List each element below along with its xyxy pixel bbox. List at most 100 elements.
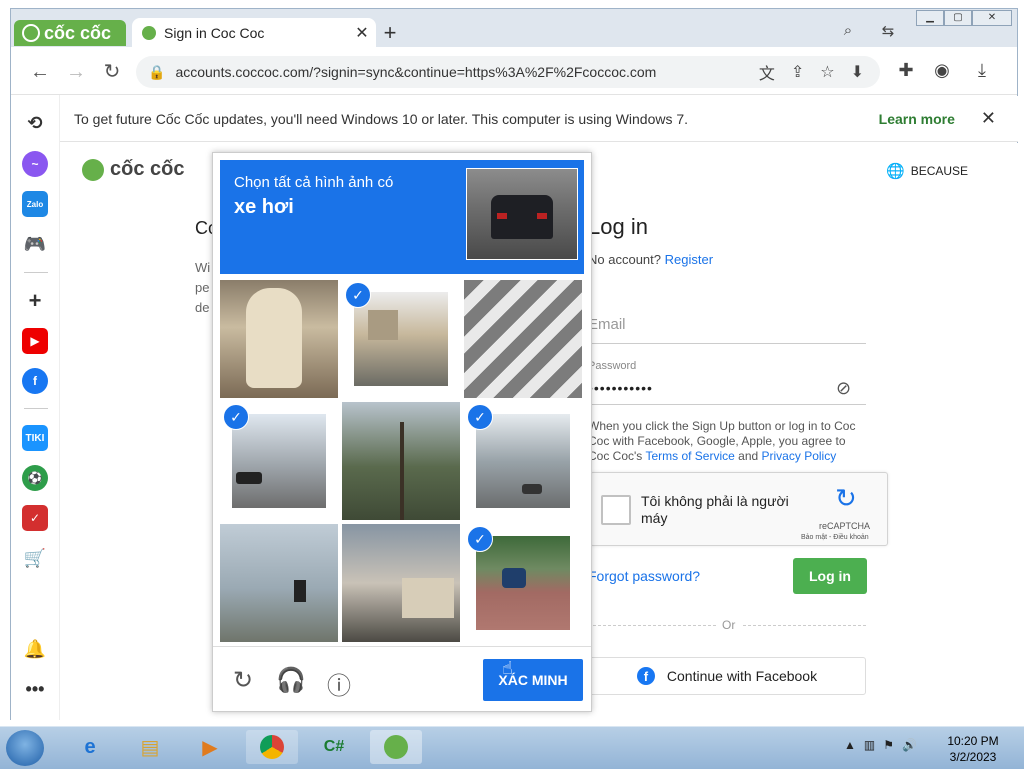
lock-icon: 🔒 — [148, 63, 166, 80]
tiki-icon[interactable]: TIKI — [22, 425, 48, 451]
audio-challenge-icon[interactable]: 🎧 — [276, 666, 306, 695]
captcha-tile-5[interactable] — [342, 402, 460, 520]
tiki-label: TIKI — [25, 432, 45, 444]
terms-link[interactable]: Terms of Service — [645, 449, 734, 463]
page-logo: cốc cốc — [82, 158, 184, 181]
recaptcha-brand: reCAPTCHA — [819, 521, 871, 531]
captcha-tile-4[interactable] — [232, 414, 326, 508]
captcha-target: xe hơi — [234, 196, 294, 218]
password-field[interactable]: ••••••••••• — [588, 380, 866, 405]
back-icon[interactable]: ← — [26, 58, 54, 86]
captcha-tile-6[interactable] — [476, 414, 570, 508]
sidebar-divider — [24, 408, 48, 409]
verify-button[interactable]: XÁC MINH — [483, 659, 583, 701]
add-icon[interactable]: + — [22, 288, 48, 314]
captcha-tile-1[interactable] — [220, 280, 338, 398]
captcha-example-image — [466, 168, 578, 260]
captcha-tile-7[interactable] — [220, 524, 338, 642]
info-icon[interactable]: ⓘ — [324, 666, 354, 701]
recaptcha-logo-icon: ↻ — [835, 483, 857, 513]
captcha-instruction: Chọn tất cả hình ảnh có — [234, 174, 394, 191]
captcha-tile-2[interactable] — [354, 292, 448, 386]
captcha-tile-9[interactable] — [476, 536, 570, 630]
reload-icon[interactable]: ↻ — [98, 58, 126, 86]
new-tab-icon[interactable]: + — [378, 20, 402, 46]
share-icon[interactable]: ⇪ — [791, 62, 804, 82]
coccoc-brand-button[interactable]: cốc cốc — [14, 20, 126, 46]
media-player-icon[interactable]: ▶ — [184, 730, 236, 764]
selected-check-icon: ✓ — [467, 404, 493, 430]
coccoc-logo-icon — [82, 158, 104, 181]
facebook-icon[interactable]: f — [22, 368, 48, 394]
football-icon[interactable]: ⚽ — [22, 465, 48, 491]
facebook-login-button[interactable]: f Continue with Facebook — [588, 657, 866, 695]
clock-time: 10:20 PM — [947, 734, 999, 748]
network-icon[interactable]: ▥ — [864, 738, 875, 752]
csharp-app-icon[interactable]: C# — [308, 730, 360, 764]
internet-explorer-icon[interactable]: e — [64, 730, 116, 764]
start-button[interactable] — [6, 730, 44, 766]
tab-favicon-icon — [142, 26, 156, 40]
globe-icon: 🌐 — [886, 163, 905, 180]
login-title: Log in — [588, 214, 648, 239]
recaptcha-label: Tôi không phải là người máy — [641, 493, 789, 526]
download-page-icon[interactable]: ⬇ — [851, 62, 864, 82]
recaptcha-checkbox[interactable] — [601, 495, 631, 525]
bookmark-icon[interactable]: ☆ — [820, 62, 834, 82]
captcha-tile-3[interactable] — [464, 280, 582, 398]
recaptcha-widget: Tôi không phải là người máy ↻ reCAPTCHA … — [590, 472, 888, 546]
file-explorer-icon[interactable]: ▤ — [124, 730, 176, 764]
downloads-icon[interactable]: ⤓ — [970, 60, 994, 81]
history-icon[interactable]: ⟲ — [22, 110, 48, 136]
back-forward-cache-icon[interactable]: ⇆ — [876, 22, 900, 40]
clock-date: 3/2/2023 — [949, 750, 997, 764]
more-icon[interactable]: ••• — [22, 676, 48, 702]
reload-challenge-icon[interactable]: ↻ — [228, 666, 258, 695]
language-label: BECAUSE — [910, 164, 969, 178]
recaptcha-privacy-terms[interactable]: Bảo mật - Điều khoản — [801, 534, 869, 541]
extensions-icon[interactable]: ✚ — [894, 60, 918, 81]
minimize-icon[interactable]: ▁ — [916, 10, 944, 26]
facebook-icon: f — [636, 667, 655, 685]
hide-password-icon[interactable]: ⊘ — [836, 378, 851, 399]
captcha-tile-8[interactable] — [342, 524, 460, 642]
messenger-icon[interactable]: ~ — [22, 151, 48, 177]
volume-icon[interactable]: 🔊 — [902, 738, 917, 752]
close-window-icon[interactable]: ✕ — [972, 10, 1012, 26]
email-field[interactable]: Email — [588, 316, 866, 344]
translate-icon[interactable]: 文 — [759, 60, 775, 84]
system-tray: ▲ ▥ ⚑ 🔊 — [844, 738, 917, 752]
login-button[interactable]: Log in — [793, 558, 867, 594]
selected-check-icon: ✓ — [345, 282, 371, 308]
privacy-link[interactable]: Privacy Policy — [762, 449, 837, 463]
coccoc-taskbar-icon[interactable] — [370, 730, 422, 764]
youtube-icon[interactable]: ▶ — [22, 328, 48, 354]
register-link[interactable]: Register — [665, 252, 713, 267]
maximize-icon[interactable]: ▢ — [944, 10, 972, 26]
game-icon[interactable]: 🎮 — [22, 231, 48, 257]
learn-more-link[interactable]: Learn more — [879, 111, 955, 127]
cart-icon[interactable]: 🛒 — [22, 545, 48, 571]
chrome-icon[interactable] — [246, 730, 298, 764]
forward-icon[interactable]: → — [62, 58, 90, 86]
close-infobar-icon[interactable]: ✕ — [981, 108, 996, 129]
address-bar[interactable]: 🔒 accounts.coccoc.com/?signin=sync&conti… — [136, 56, 880, 88]
page-logo-text: cốc cốc — [110, 158, 185, 180]
zalo-icon[interactable]: Zalo — [22, 191, 48, 217]
bell-icon[interactable]: 🔔 — [22, 636, 48, 662]
forgot-password-link[interactable]: Forgot password? — [588, 568, 700, 584]
close-tab-icon[interactable]: ✕ — [348, 23, 376, 43]
action-center-icon[interactable]: ⚑ — [883, 738, 894, 752]
tab-sign-in[interactable]: Sign in Coc Coc ✕ — [132, 18, 376, 48]
brand-label: cốc cốc — [44, 22, 112, 43]
checklist-icon[interactable]: ✓ — [22, 505, 48, 531]
clock[interactable]: 10:20 PM 3/2/2023 — [942, 733, 1004, 765]
show-hidden-icons-icon[interactable]: ▲ — [844, 738, 856, 752]
hand-cursor-icon: ☝ — [502, 658, 513, 678]
language-selector[interactable]: 🌐 BECAUSE — [886, 162, 968, 180]
terms-and: and — [738, 449, 759, 463]
tab-search-icon[interactable]: ⌕ — [836, 22, 860, 39]
or-label: Or — [716, 618, 742, 632]
sidebar-divider — [24, 272, 48, 273]
profile-icon[interactable]: ◉ — [930, 60, 954, 81]
